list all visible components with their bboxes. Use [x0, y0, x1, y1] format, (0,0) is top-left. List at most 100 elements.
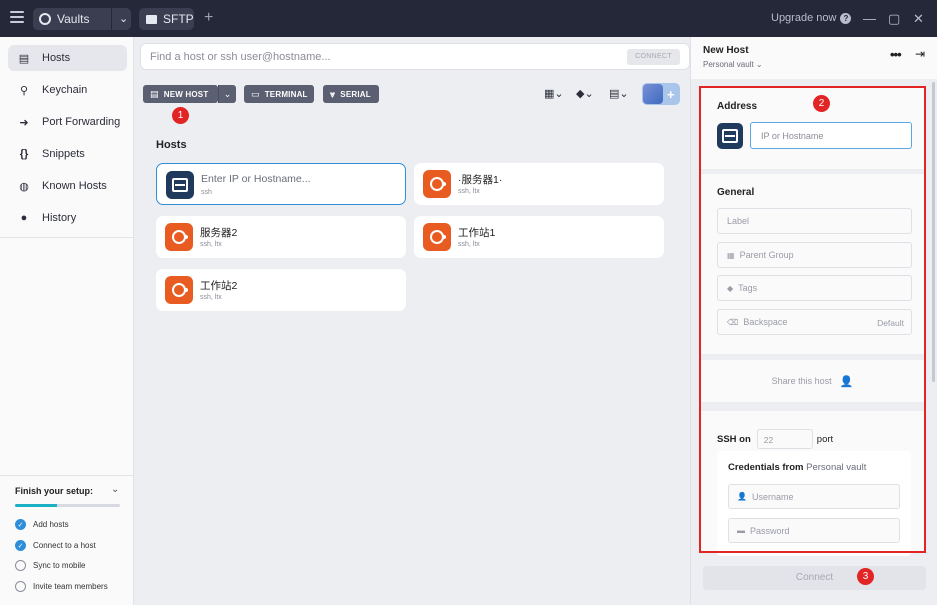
ubuntu-icon — [165, 223, 193, 251]
host-sub: ssh, ltx — [458, 241, 480, 248]
upgrade-label: Upgrade now — [771, 12, 837, 24]
ubuntu-icon — [165, 276, 193, 304]
annotation-badge-1: 1 — [172, 107, 189, 124]
collapse-panel-icon[interactable]: ⇥ — [915, 47, 925, 61]
vault-icon — [39, 13, 51, 25]
setup-item-label: Add hosts — [33, 520, 69, 529]
key-icon: ⚲ — [19, 84, 29, 97]
sftp-label: SFTP — [163, 12, 194, 26]
new-host-panel: New Host Personal vault ⌄ ••• ⇥ Address … — [690, 37, 937, 605]
close-icon[interactable]: ✕ — [913, 11, 924, 27]
sidebar-item-port-forwarding[interactable]: ➜ Port Forwarding — [8, 109, 127, 135]
setup-item-label: Invite team members — [33, 582, 108, 591]
new-host-dropdown-icon[interactable]: ⌄ — [218, 85, 236, 103]
hosts-icon: ▤ — [18, 52, 30, 65]
search-placeholder: Find a host or ssh user@hostname... — [150, 51, 331, 63]
terminal-icon: ▭ — [251, 88, 260, 99]
host-name: ·服务器1· — [458, 174, 503, 186]
tag-filter-icon[interactable]: ◆⌄ — [576, 87, 594, 100]
sort-icon[interactable]: ▤⌄ — [609, 87, 629, 100]
chevron-down-icon[interactable]: ⌄ — [111, 484, 119, 495]
help-icon: ? — [840, 12, 852, 24]
vaults-tab[interactable]: Vaults ⌄ — [33, 8, 131, 30]
upgrade-button[interactable]: Upgrade now ? — [771, 12, 852, 24]
divider — [0, 237, 134, 238]
sidebar-item-label: Known Hosts — [42, 180, 107, 192]
setup-progress-bar — [15, 504, 120, 507]
host-name: Enter IP or Hostname... — [201, 173, 311, 185]
host-card[interactable]: 工作站1 ssh, ltx — [414, 216, 664, 258]
sidebar-item-label: Keychain — [42, 84, 88, 96]
add-member-icon: + — [667, 86, 675, 102]
setup-item[interactable]: Invite team members — [15, 581, 108, 592]
search-connect-button[interactable]: CONNECT — [627, 49, 680, 65]
search-input[interactable]: Find a host or ssh user@hostname... CONN… — [140, 43, 690, 70]
setup-checklist: Finish your setup: ⌄ ✓ Add hosts ✓ Conne… — [0, 475, 134, 605]
panel-header: New Host Personal vault ⌄ ••• ⇥ — [691, 37, 937, 79]
vaults-label: Vaults — [57, 12, 90, 26]
panel-title: New Host — [703, 45, 749, 56]
server-icon: ▤ — [150, 88, 159, 99]
host-card[interactable]: ·服务器1· ssh, ltx — [414, 163, 664, 205]
menu-icon[interactable] — [10, 11, 24, 23]
new-host-label: NEW HOST — [163, 89, 209, 99]
sidebar-item-label: Snippets — [42, 148, 85, 160]
team-avatar-button[interactable]: + — [642, 83, 680, 105]
new-host-button[interactable]: ▤ NEW HOST — [143, 85, 218, 103]
terminal-button[interactable]: ▭ TERMINAL — [244, 85, 314, 103]
scrollbar[interactable] — [932, 82, 935, 382]
avatar — [643, 84, 663, 104]
folder-icon — [146, 14, 157, 24]
host-sub: ssh, ltx — [200, 241, 222, 248]
sidebar-item-label: Hosts — [42, 52, 71, 64]
more-options-icon[interactable]: ••• — [890, 47, 902, 62]
server-icon — [166, 171, 194, 199]
history-icon: ● — [20, 212, 28, 224]
host-card[interactable]: 工作站2 ssh, ltx — [156, 269, 406, 311]
setup-title: Finish your setup: — [15, 486, 94, 496]
setup-item-label: Sync to mobile — [33, 561, 86, 570]
host-card[interactable]: 服务器2 ssh, ltx — [156, 216, 406, 258]
maximize-icon[interactable]: ▢ — [888, 11, 900, 27]
terminal-label: TERMINAL — [264, 89, 308, 99]
sidebar-item-keychain[interactable]: ⚲ Keychain — [8, 77, 127, 103]
chevron-down-icon[interactable]: ⌄ — [119, 12, 128, 25]
connect-button[interactable]: Connect — [703, 566, 926, 590]
host-name: 工作站1 — [458, 227, 496, 239]
sftp-tab[interactable]: SFTP — [139, 8, 194, 30]
empty-circle-icon — [15, 560, 26, 571]
sidebar-item-history[interactable]: ● History — [8, 205, 127, 231]
title-bar: Vaults ⌄ SFTP + Upgrade now ? — ▢ ✕ — [0, 0, 937, 37]
host-name: 服务器2 — [200, 227, 238, 239]
setup-item-label: Connect to a host — [33, 541, 96, 550]
sidebar-item-label: Port Forwarding — [42, 116, 121, 128]
annotation-badge-3: 3 — [857, 568, 874, 585]
annotation-frame — [699, 86, 926, 553]
grid-view-icon[interactable]: ▦⌄ — [544, 87, 564, 100]
annotation-badge-2: 2 — [813, 95, 830, 112]
forward-icon: ➜ — [19, 116, 29, 129]
serial-button[interactable]: ⩔ SERIAL — [323, 85, 379, 103]
setup-item[interactable]: ✓ Add hosts — [15, 519, 69, 530]
sidebar-item-snippets[interactable]: {} Snippets — [8, 141, 127, 167]
vault-label: Personal vault — [703, 60, 754, 69]
minimize-icon[interactable]: — — [863, 11, 876, 26]
known-hosts-icon: ◍ — [19, 180, 29, 193]
host-sub: ssh, ltx — [200, 294, 222, 301]
hosts-heading: Hosts — [156, 139, 187, 151]
ubuntu-icon — [423, 170, 451, 198]
host-name: 工作站2 — [200, 280, 238, 292]
sidebar-item-known-hosts[interactable]: ◍ Known Hosts — [8, 173, 127, 199]
sidebar-item-hosts[interactable]: ▤ Hosts — [8, 45, 127, 71]
vault-selector[interactable]: Personal vault ⌄ — [703, 60, 763, 69]
sidebar-item-label: History — [42, 212, 77, 224]
setup-item[interactable]: ✓ Connect to a host — [15, 540, 96, 551]
serial-icon: ⩔ — [330, 88, 336, 99]
braces-icon: {} — [19, 148, 29, 160]
add-tab-icon[interactable]: + — [204, 9, 213, 27]
setup-item[interactable]: Sync to mobile — [15, 560, 85, 571]
host-sub: ssh, ltx — [458, 188, 480, 195]
host-card-new[interactable]: Enter IP or Hostname... ssh — [156, 163, 406, 205]
serial-label: SERIAL — [340, 89, 371, 99]
check-icon: ✓ — [15, 519, 26, 530]
